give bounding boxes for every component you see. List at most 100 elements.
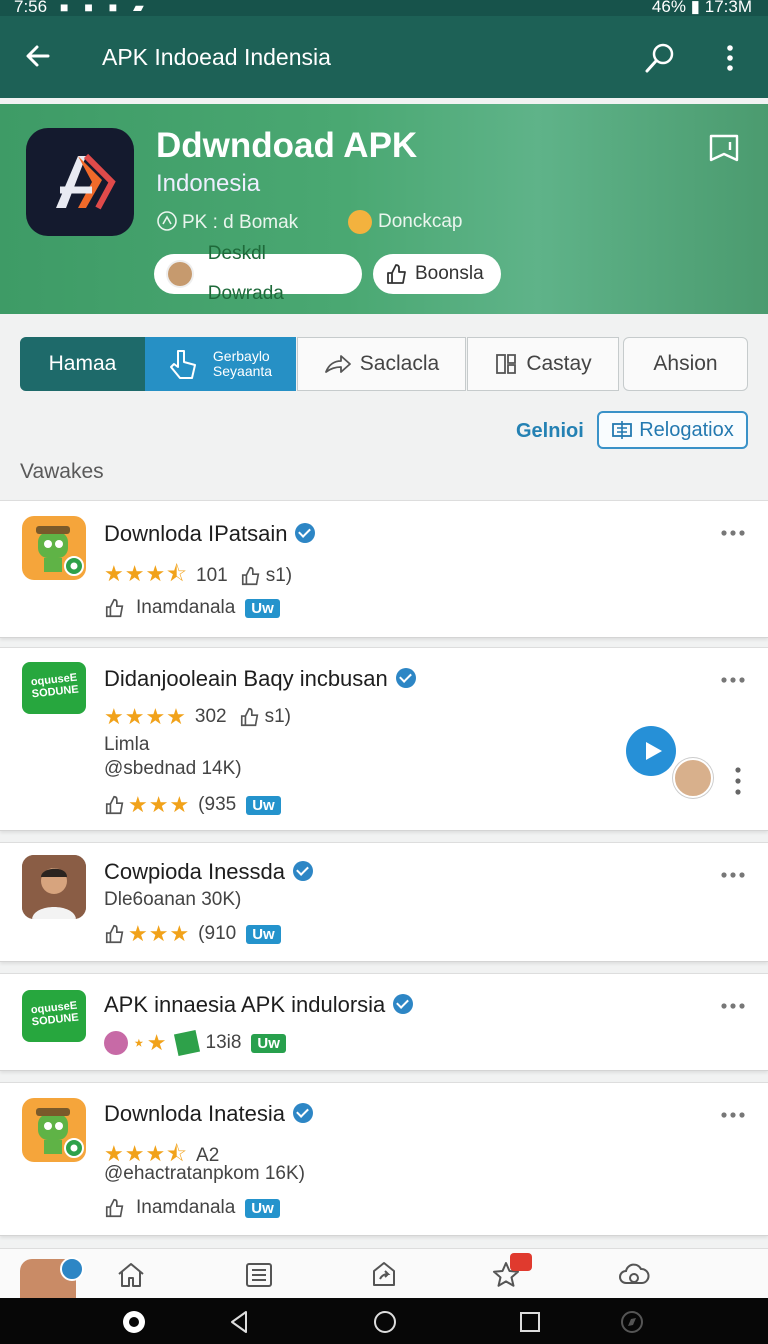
tab-share-label: Saclacla — [359, 352, 440, 375]
status-badge: Uw — [245, 1198, 280, 1218]
relevance-sort-label: Relogatiox — [639, 418, 734, 441]
rating-value: 13i8 — [205, 1032, 242, 1053]
android-mascot-icon — [22, 516, 86, 580]
app-rating-row: ★★★ (910 Uw — [104, 921, 281, 947]
likes-value: s1) — [265, 565, 293, 586]
more-options-icon[interactable] — [720, 871, 746, 879]
assistant-icon[interactable] — [122, 1310, 146, 1334]
system-navigation-bar — [0, 1298, 768, 1344]
download-pill-label: Deskdl Dowrada — [207, 243, 284, 304]
hero-subtitle: Indonesia — [156, 170, 261, 197]
app-title: Cowpioda Inessda — [104, 859, 314, 885]
hero-meta-left-text: PK : d Bomak — [182, 212, 299, 233]
app-list-item[interactable]: oquuseE SODUNE APK innaesia APK indulorsi… — [0, 973, 768, 1071]
verified-icon — [295, 523, 316, 543]
app-rating-row-2: ★★★ (935 Uw — [104, 792, 281, 818]
app-logo — [26, 128, 134, 236]
status-bar: 7:56 ■ ■ ■ ▰ 46% ▮ 17:3M — [0, 0, 768, 16]
status-badge: Uw — [246, 795, 281, 815]
relevance-sort-button[interactable]: Relogatiox — [597, 411, 748, 449]
thumbs-up-icon — [105, 924, 124, 944]
share-pill-button[interactable]: Boonsla — [373, 254, 501, 294]
person-photo-icon — [22, 855, 86, 919]
author-name: Inamdanala — [136, 597, 236, 618]
tab-home-label: Hamaa — [48, 352, 117, 375]
app-author-row: Inamdanala Uw — [104, 1197, 280, 1219]
rating-value: (910 — [198, 923, 237, 944]
likes-value: s1) — [264, 706, 291, 727]
hero-meta-package: PK : d Bomak — [156, 210, 298, 234]
app-rating-row: ⋆★ 13i8 Uw — [104, 1029, 286, 1057]
download-pill-button[interactable]: Deskdl Dowrada — [154, 243, 362, 304]
app-bar: APK Indoead Indensia — [0, 16, 768, 98]
thumbs-up-icon — [241, 566, 260, 586]
bottom-navigation — [0, 1248, 768, 1299]
notification-icons: ■ ■ ■ ▰ — [60, 0, 150, 15]
rating-value-2: (935 — [198, 794, 237, 815]
app-list-item[interactable]: Downloda IPatsain ★★★⯪ 101 s1) Inamdanala U… — [0, 500, 768, 638]
author-name: Inamdanala — [136, 1197, 236, 1218]
tab-home[interactable]: Hamaa — [20, 337, 145, 391]
app-title: Downloda Inatesia — [104, 1101, 314, 1127]
rating-value: 101 — [196, 565, 228, 586]
bookmark-icon[interactable] — [706, 130, 742, 166]
share-arrow-icon — [324, 355, 351, 373]
hero-meta-developer: Donckcap — [348, 210, 463, 234]
creator-avatar[interactable] — [673, 758, 713, 798]
back-arrow-icon[interactable] — [22, 40, 54, 72]
star-rating-icon: ★★★★ — [104, 704, 187, 729]
recents-nav-icon[interactable] — [518, 1310, 542, 1334]
cloud-download-icon[interactable] — [618, 1259, 650, 1291]
app-bar-title: APK Indoead Indensia — [102, 44, 331, 70]
profile-avatar[interactable] — [20, 1257, 84, 1299]
thumbs-up-icon — [105, 795, 124, 815]
search-icon[interactable] — [642, 40, 678, 76]
more-options-icon[interactable] — [720, 1002, 746, 1010]
more-options-icon[interactable] — [720, 676, 746, 684]
home-nav-icon[interactable] — [373, 1310, 397, 1334]
vertical-more-icon[interactable] — [734, 766, 742, 796]
app-subtitle: Limla — [104, 734, 150, 755]
hero-meta-right-text: Donckcap — [378, 211, 463, 233]
play-button[interactable] — [626, 726, 676, 776]
app-title-text: Downloda IPatsain — [104, 521, 288, 546]
app-title-text: Cowpioda Inessda — [104, 859, 286, 884]
verified-icon — [395, 668, 416, 688]
tab-games-label-2: Seyaanta — [212, 363, 273, 379]
back-nav-icon[interactable] — [228, 1310, 252, 1334]
developer-avatar — [166, 260, 194, 288]
verified-icon — [293, 1103, 314, 1123]
overflow-menu-icon[interactable] — [712, 40, 748, 76]
status-badge: Uw — [246, 924, 281, 944]
battery-level: 46% — [651, 0, 686, 16]
app-list-item[interactable]: Downloda Inatesia ★★★⯪ A2 @ehactratanpkom… — [0, 1082, 768, 1236]
section-title: Vawakes — [20, 460, 104, 483]
compass-icon[interactable] — [620, 1310, 644, 1334]
android-mascot-icon — [22, 1098, 86, 1162]
user-avatar — [104, 1031, 128, 1055]
verified-icon — [60, 1257, 84, 1281]
hand-pointer-icon — [169, 350, 196, 379]
more-options-icon[interactable] — [720, 529, 746, 537]
thumbs-up-icon — [105, 1198, 124, 1218]
share-icon[interactable] — [368, 1259, 400, 1291]
verified-icon — [293, 861, 314, 881]
app-rating-row: ★★★⯪ 101 s1) — [104, 557, 292, 595]
tab-action[interactable]: Ahsion — [623, 337, 748, 391]
tab-share[interactable]: Saclacla — [297, 337, 466, 391]
tab-category[interactable]: Castay — [467, 337, 619, 391]
notification-badge-icon — [510, 1253, 532, 1271]
genre-filter-link[interactable]: Gelnioi — [516, 420, 584, 443]
tab-games[interactable]: Gerbaylo Seyaanta — [145, 337, 296, 391]
app-list-item[interactable]: Cowpioda Inessda Dle6oanan 30K) ★★★ (910 U… — [0, 842, 768, 962]
app-list-item[interactable]: oquuseE SODUNE Didanjooleain Baqy incbusa… — [0, 647, 768, 831]
more-options-icon[interactable] — [720, 1111, 746, 1119]
package-icon — [157, 211, 177, 231]
app-author-row: Inamdanala Uw — [104, 597, 280, 619]
status-time: 7:56 — [14, 0, 48, 16]
sort-icon — [612, 421, 633, 439]
list-icon[interactable] — [243, 1259, 275, 1291]
home-icon[interactable] — [115, 1259, 147, 1291]
tab-games-label-1: Gerbaylo — [212, 348, 270, 364]
app-downloads: @sbednad 14K) — [104, 758, 242, 779]
